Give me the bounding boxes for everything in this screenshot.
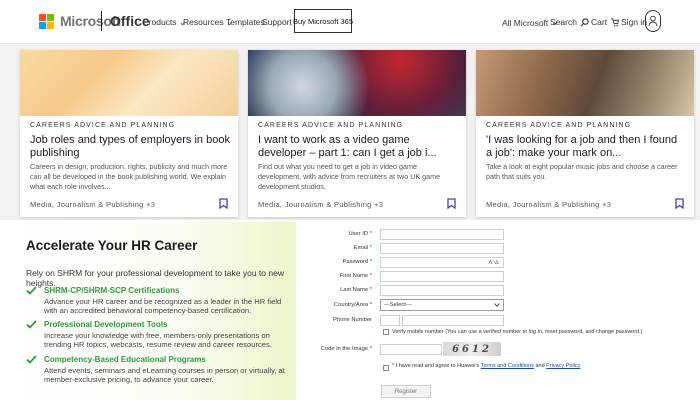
article-title[interactable]: 'I was looking for a job and then I foun… xyxy=(486,134,686,160)
ad-benefit-heading: Professional Development Tools xyxy=(44,320,168,329)
article-title[interactable]: Job roles and types of employers in book… xyxy=(30,134,230,160)
article-card[interactable]: CAREERS ADVICE AND PLANNING Job roles an… xyxy=(20,50,238,217)
verify-mobile-checkbox[interactable] xyxy=(383,329,389,335)
last-name-field[interactable] xyxy=(380,285,504,296)
email-field[interactable] xyxy=(380,243,504,254)
captcha-label: Code in the Image * xyxy=(320,346,372,352)
ad-subtitle: Rely on SHRM for your professional devel… xyxy=(26,268,284,288)
cart-button[interactable]: Cart xyxy=(591,17,620,27)
show-password-icon[interactable]: Ʌⁿ∆ xyxy=(488,260,499,266)
account-avatar-icon[interactable] xyxy=(645,10,661,32)
password-label: Password * xyxy=(342,259,372,265)
article-description: Find out what you need to get a job in v… xyxy=(258,162,441,191)
bookmark-icon[interactable] xyxy=(447,198,456,209)
microsoft-logo-icon xyxy=(39,13,54,29)
sign-in-link[interactable]: Sign in xyxy=(621,17,647,27)
article-card[interactable]: CAREERS ADVICE AND PLANNING 'I was looki… xyxy=(476,50,694,217)
article-category: CAREERS ADVICE AND PLANNING xyxy=(486,122,632,129)
privacy-link[interactable]: Privacy Policy xyxy=(546,363,580,369)
cart-icon xyxy=(610,17,620,26)
article-tags: Media, Journalism & Publishing +3 xyxy=(486,200,612,209)
phone-country-code-field[interactable] xyxy=(380,315,400,326)
article-category: CAREERS ADVICE AND PLANNING xyxy=(30,122,176,129)
ad-title: Accelerate Your HR Career xyxy=(26,238,198,253)
first-name-label: First Name * xyxy=(339,273,372,279)
article-card[interactable]: CAREERS ADVICE AND PLANNING I want to wo… xyxy=(248,50,466,217)
first-name-field[interactable] xyxy=(380,271,504,282)
ad-benefit-heading: SHRM-CP/SHRM-SCP Certifications xyxy=(44,286,180,295)
search-button[interactable]: Search xyxy=(550,17,589,27)
bookmark-icon[interactable] xyxy=(219,198,228,209)
article-title[interactable]: I want to work as a video game developer… xyxy=(258,134,458,160)
registration-form: User ID * Email * Password * Ʌⁿ∆ First N… xyxy=(300,222,700,400)
header-divider xyxy=(101,11,102,31)
agree-terms-text: * I have read and agree to Huawei's Term… xyxy=(392,363,581,369)
password-field[interactable]: Ʌⁿ∆ xyxy=(380,257,504,268)
ad-benefit-text: Attend events, seminars and eLearning co… xyxy=(44,366,285,384)
phone-label: Phone Number xyxy=(333,317,372,323)
terms-link[interactable]: Terms and Conditions xyxy=(481,363,534,369)
ad-benefit-text: Increase your knowledge with free, membe… xyxy=(44,331,272,349)
search-icon xyxy=(580,17,589,26)
check-icon xyxy=(26,286,37,295)
verify-mobile-text: Verify mobile number (You can use a veri… xyxy=(392,329,643,335)
nav-products[interactable]: Products ⌄ xyxy=(143,17,186,28)
shrm-advertisement[interactable]: Accelerate Your HR Career Rely on SHRM f… xyxy=(0,222,296,400)
check-icon xyxy=(26,355,37,364)
buy-microsoft-365-button[interactable]: Buy Microsoft 365 xyxy=(293,9,353,33)
agree-terms-checkbox[interactable] xyxy=(383,365,389,371)
article-tags: Media, Journalism & Publishing +3 xyxy=(258,200,384,209)
nav-templates[interactable]: Templates xyxy=(226,17,265,27)
article-image xyxy=(248,50,466,116)
chevron-down-icon xyxy=(494,303,500,307)
article-description: Take a look at eight popular music jobs … xyxy=(486,162,678,181)
article-image xyxy=(20,50,238,116)
nav-support[interactable]: Support xyxy=(262,17,292,27)
captcha-image[interactable]: 6612 xyxy=(443,342,501,356)
last-name-label: Last Name * xyxy=(340,287,372,293)
article-category: CAREERS ADVICE AND PLANNING xyxy=(258,122,404,129)
country-select[interactable]: ---Select--- xyxy=(380,299,504,311)
article-tags: Media, Journalism & Publishing +3 xyxy=(30,200,156,209)
ad-benefit-text: Advance your HR career and be recognized… xyxy=(44,297,282,315)
email-label: Email * xyxy=(353,245,372,251)
user-id-label: User ID * xyxy=(348,231,372,237)
article-description: Careers in design, production, rights, p… xyxy=(30,162,228,191)
check-icon xyxy=(26,320,37,329)
captcha-field[interactable] xyxy=(380,344,442,355)
user-id-field[interactable] xyxy=(380,229,504,240)
article-image xyxy=(476,50,694,116)
ad-benefit-heading: Competency-Based Educational Programs xyxy=(44,355,206,364)
microsoft-logo[interactable]: Microsoft xyxy=(39,13,121,29)
site-header: Microsoft Office Products ⌄ Resources ⌄ … xyxy=(0,0,700,44)
register-button[interactable]: Register xyxy=(381,385,431,398)
bookmark-icon[interactable] xyxy=(675,198,684,209)
phone-number-field[interactable] xyxy=(402,315,504,326)
country-label: Country/Area * xyxy=(333,302,372,308)
